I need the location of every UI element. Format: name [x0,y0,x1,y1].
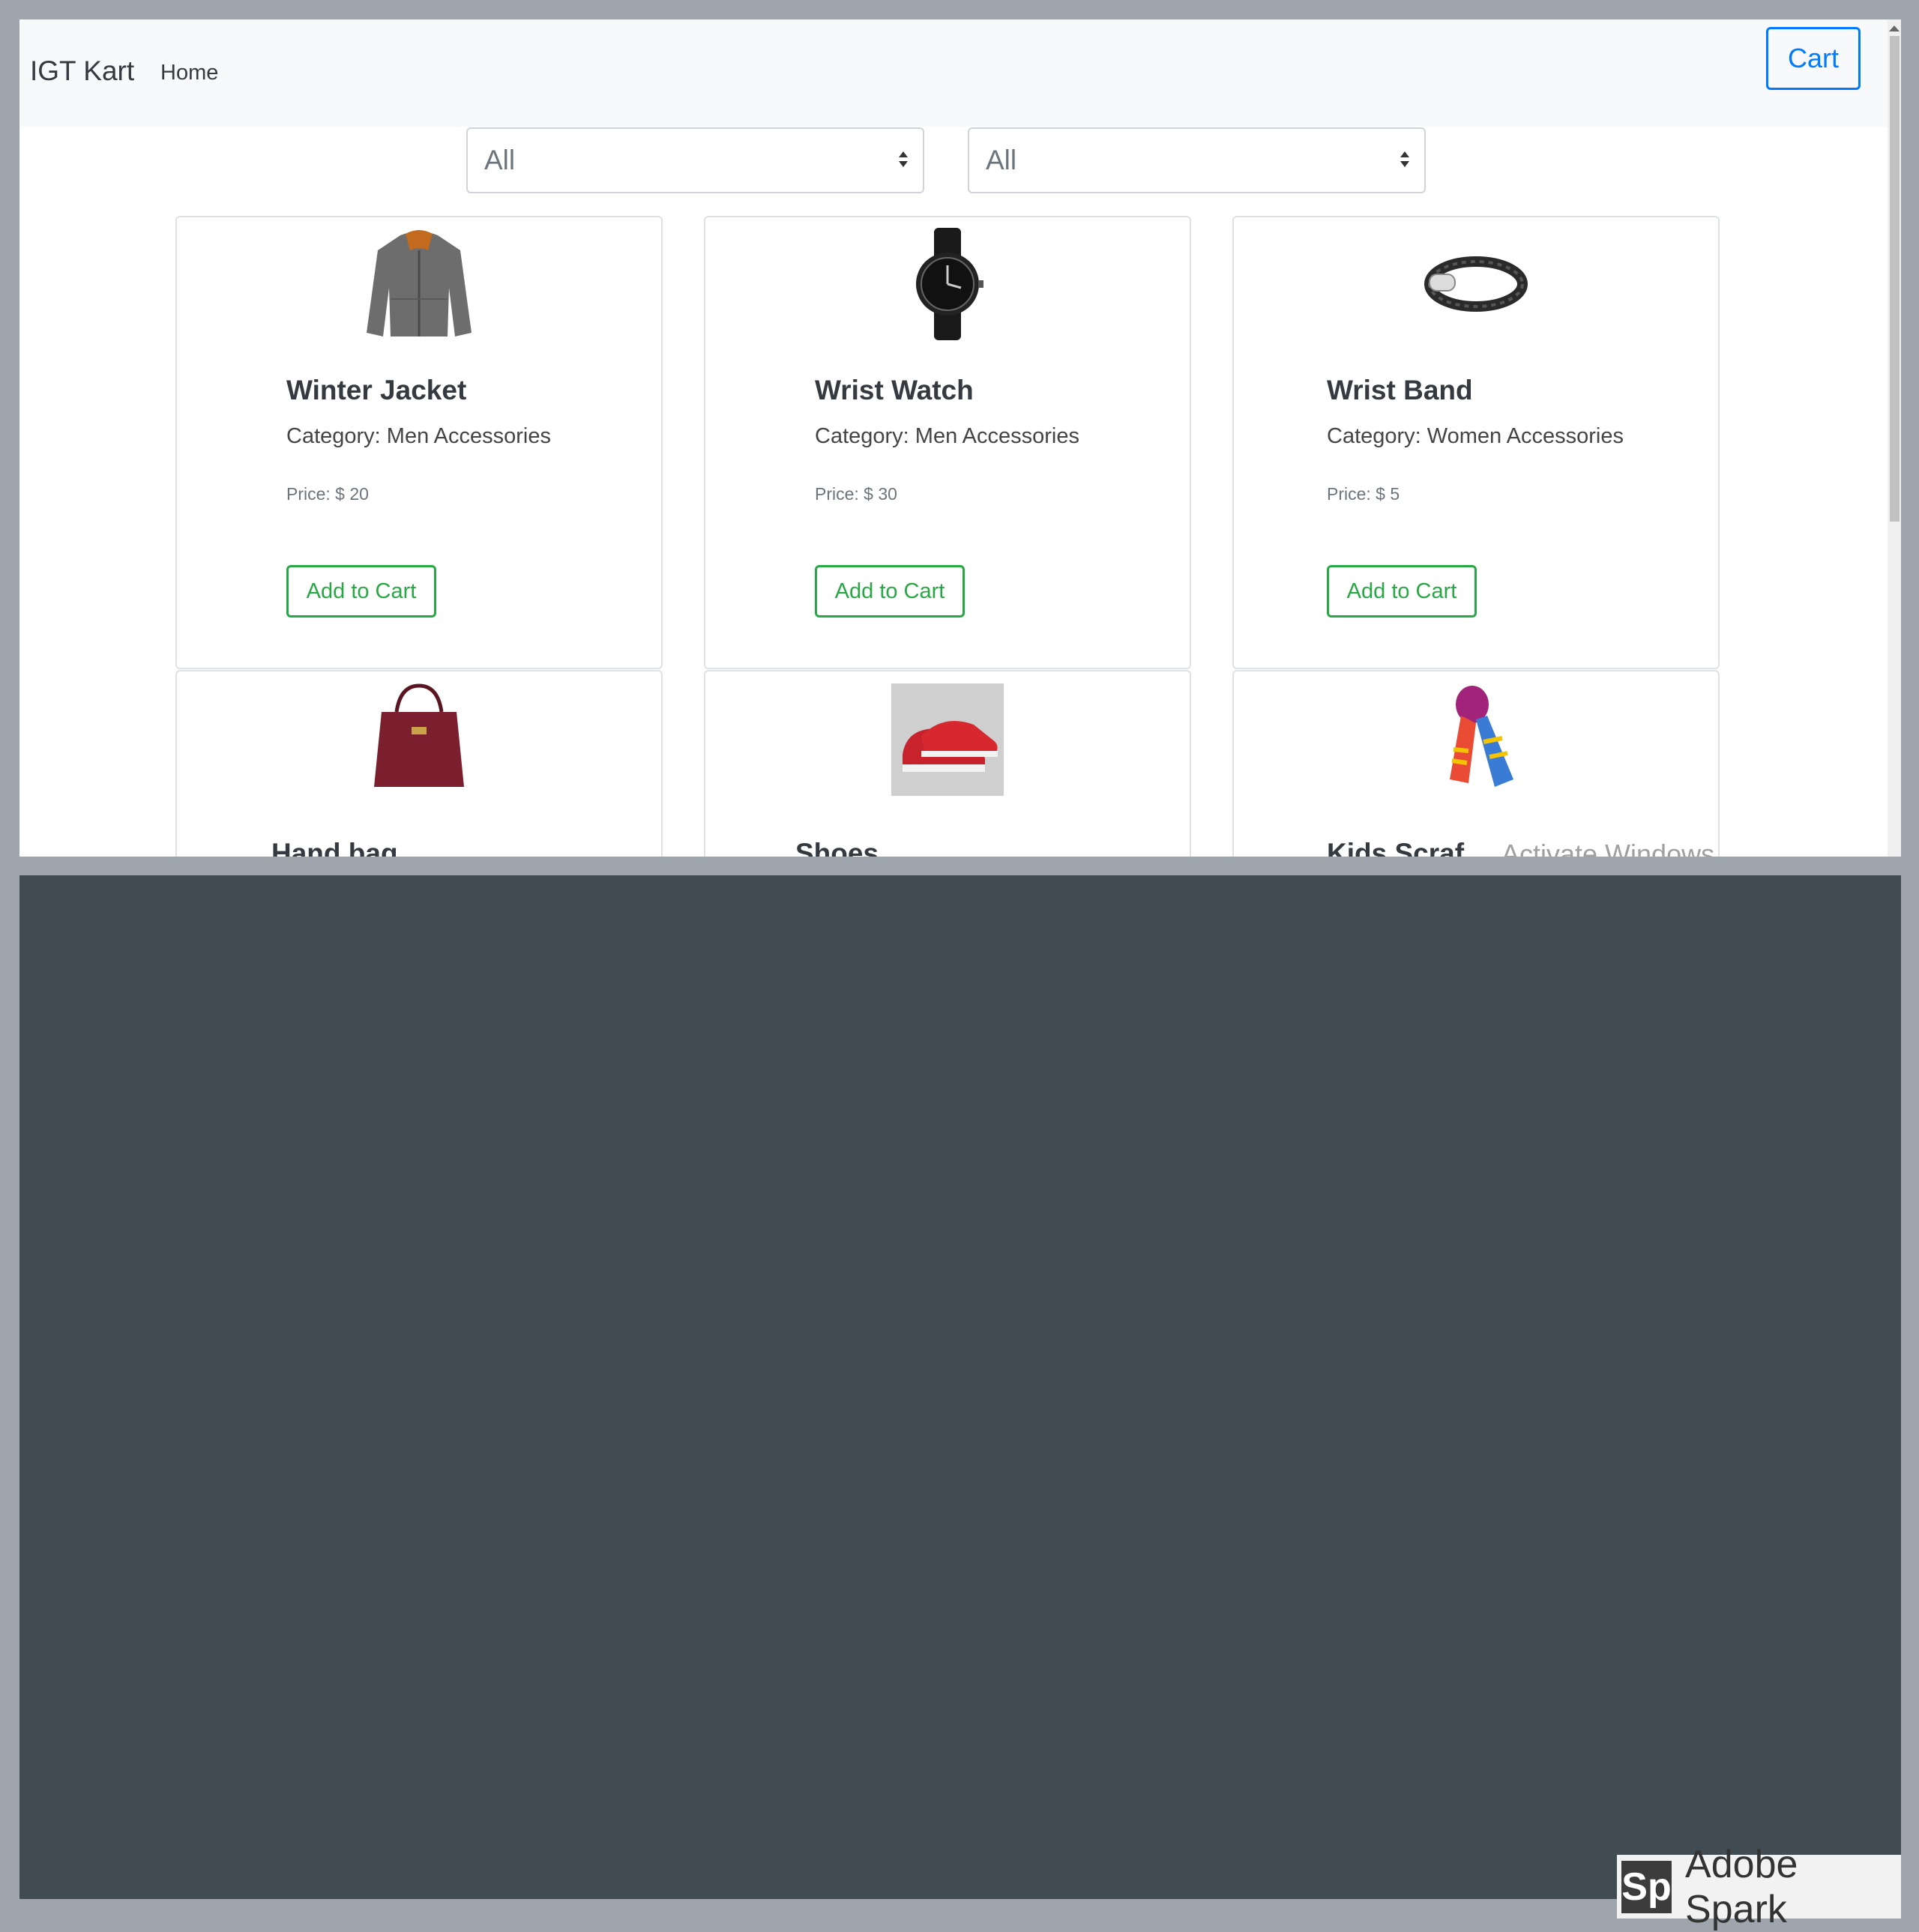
product-title: Hand bag [271,838,398,857]
navbar: IGT Kart Home Cart [19,19,1888,127]
product-price: Price: $ 20 [286,484,369,504]
bracelet-icon [1234,228,1718,340]
product-price: Price: $ 30 [815,484,897,504]
product-card-wrist-band: Wrist Band Category: Women Accessories P… [1232,216,1720,669]
product-title: Wrist Band [1327,375,1473,405]
shoes-icon [705,683,1190,796]
watch-icon [705,228,1190,340]
product-card-kids-scarf: Kids Scraf [1232,670,1720,857]
activate-windows-watermark: Activate Windows [1501,839,1715,857]
product-price: Price: $ 5 [1327,484,1400,504]
jacket-icon [177,228,661,340]
filter-select-2[interactable]: All [968,127,1426,193]
brand-logo[interactable]: IGT Kart [30,55,134,87]
filter-select-1[interactable]: All [466,127,924,193]
product-title: Wrist Watch [815,375,974,405]
browser-viewport: IGT Kart Home Cart All All Winter Jacket… [19,19,1888,857]
product-category: Category: Women Accessories [1327,424,1624,448]
filter-select-1-value: All [484,145,516,175]
filter-select-2-value: All [986,145,1017,175]
scarf-icon [1234,682,1718,794]
nav-home-link[interactable]: Home [160,61,218,85]
cart-button[interactable]: Cart [1766,27,1861,90]
select-arrows-icon [897,151,909,171]
scrollbar-thumb[interactable] [1890,36,1900,522]
product-card-shoes: Shoes [704,670,1191,857]
product-category: Category: Men Accessories [286,424,551,448]
empty-dark-panel [19,875,1901,1899]
product-category: Category: Men Accessories [815,424,1079,448]
spark-logo-icon: Sp [1621,1860,1672,1913]
product-title: Shoes [795,838,879,857]
product-card-winter-jacket: Winter Jacket Category: Men Accessories … [175,216,663,669]
product-title: Winter Jacket [286,375,467,405]
select-arrows-icon [1399,151,1411,171]
add-to-cart-button[interactable]: Add to Cart [815,565,965,618]
product-card-wrist-watch: Wrist Watch Category: Men Accessories Pr… [704,216,1191,669]
add-to-cart-button[interactable]: Add to Cart [1327,565,1477,618]
product-card-hand-bag: Hand bag [175,670,663,857]
scroll-up-icon[interactable] [1889,25,1900,31]
handbag-icon [177,682,661,794]
adobe-spark-badge: Sp Adobe Spark [1617,1843,1901,1931]
product-title: Kids Scraf [1327,838,1465,857]
add-to-cart-button[interactable]: Add to Cart [286,565,436,618]
